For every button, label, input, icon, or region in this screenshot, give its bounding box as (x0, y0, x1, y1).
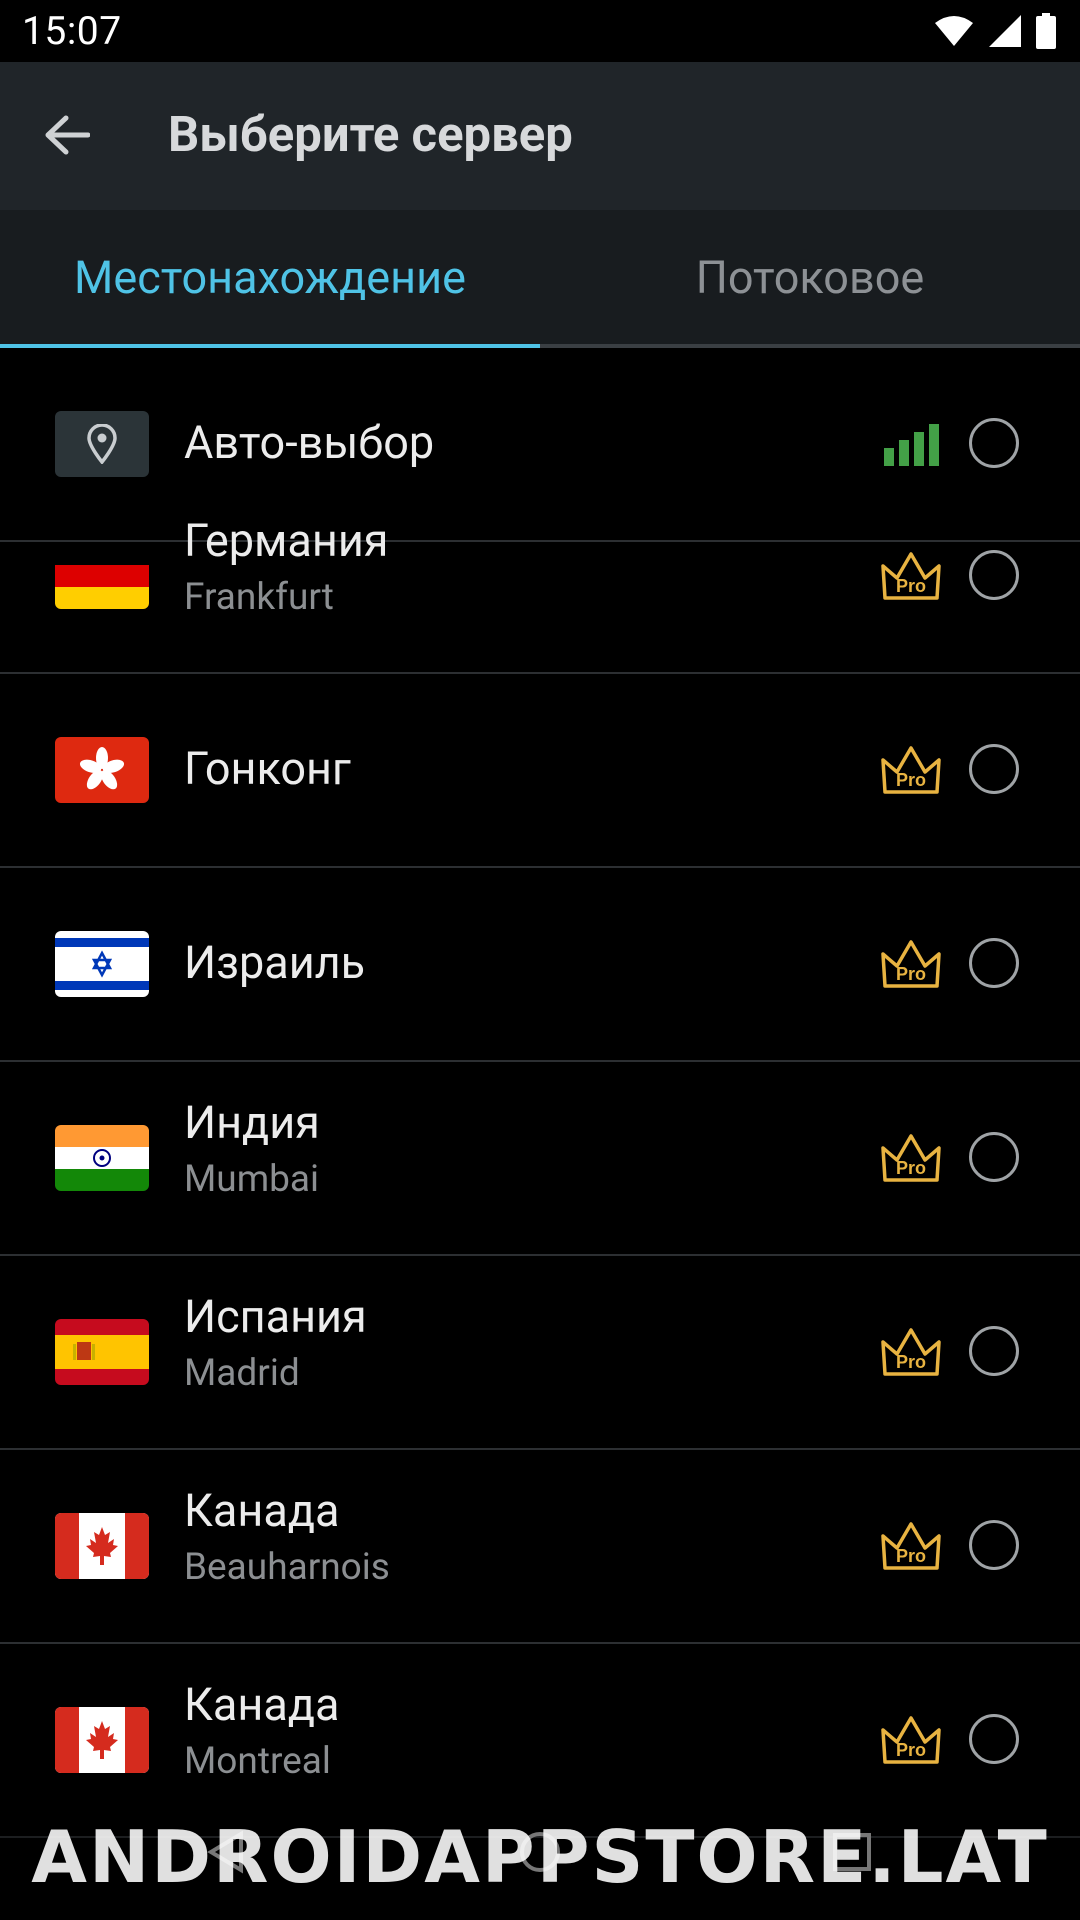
server-row[interactable]: Гонконг Pro (0, 674, 1080, 868)
server-city: Frankfurt (184, 576, 334, 619)
server-list[interactable]: Авто-выбор Германия Frankfurt Pro Гонкон… (0, 348, 1080, 1920)
signal-strength-icon (884, 424, 939, 466)
app-bar: Выберите сервер (0, 62, 1080, 210)
status-time: 15:07 (22, 8, 122, 54)
server-city: Beauharnois (184, 1546, 390, 1589)
battery-icon (1036, 13, 1056, 49)
server-country: Гонконг (184, 742, 351, 795)
radio-button[interactable] (969, 1520, 1019, 1570)
server-row[interactable]: Индия Mumbai Pro (0, 1062, 1080, 1256)
server-row[interactable]: Испания Madrid Pro (0, 1256, 1080, 1450)
svg-text:Pro: Pro (896, 576, 926, 596)
flag-canada-icon (55, 1707, 149, 1773)
radio-button[interactable] (969, 744, 1019, 794)
pro-crown-icon: Pro (881, 1522, 941, 1570)
server-country: Израиль (184, 936, 366, 989)
status-bar: 15:07 (0, 0, 1080, 62)
flag-israel-icon (55, 931, 149, 997)
svg-text:Pro: Pro (896, 964, 926, 984)
radio-button[interactable] (969, 418, 1019, 468)
server-country: Испания (184, 1290, 367, 1343)
svg-text:Pro: Pro (896, 1546, 926, 1566)
location-icon (55, 411, 149, 477)
status-icons (934, 12, 1056, 50)
tab-location[interactable]: Местонахождение (0, 210, 540, 344)
flag-hong-kong-icon (55, 737, 149, 803)
server-country: Канада (184, 1678, 340, 1731)
server-city: Mumbai (184, 1158, 320, 1201)
back-button[interactable] (34, 102, 100, 168)
pro-crown-icon: Pro (881, 1716, 941, 1764)
pro-crown-icon: Pro (881, 1134, 941, 1182)
svg-text:Pro: Pro (896, 1352, 926, 1372)
pro-crown-icon: Pro (881, 746, 941, 794)
server-city: Montreal (184, 1740, 331, 1783)
radio-button[interactable] (969, 1326, 1019, 1376)
cellular-signal-icon (989, 15, 1021, 47)
flag-canada-icon (55, 1513, 149, 1579)
flag-germany-icon (55, 543, 149, 609)
tab-streaming[interactable]: Потоковое (540, 210, 1080, 344)
server-city: Madrid (184, 1352, 300, 1395)
radio-button[interactable] (969, 1714, 1019, 1764)
svg-text:Pro: Pro (896, 1740, 926, 1760)
pro-crown-icon: Pro (881, 940, 941, 988)
auto-select-label: Авто-выбор (184, 416, 435, 469)
svg-text:Pro: Pro (896, 1158, 926, 1178)
flag-spain-icon (55, 1319, 149, 1385)
arrow-back-icon (45, 115, 90, 155)
server-row[interactable]: Израиль Pro (0, 868, 1080, 1062)
pro-crown-icon: Pro (881, 552, 941, 600)
server-country: Канада (184, 1484, 340, 1537)
svg-text:Pro: Pro (896, 770, 926, 790)
radio-button[interactable] (969, 1132, 1019, 1182)
tab-bar: Местонахождение Потоковое (0, 210, 1080, 349)
server-row[interactable]: Германия Frankfurt Pro (0, 514, 1080, 674)
radio-button[interactable] (969, 550, 1019, 600)
page-title: Выберите сервер (168, 106, 573, 163)
radio-button[interactable] (969, 938, 1019, 988)
pro-crown-icon: Pro (881, 1328, 941, 1376)
wifi-icon (935, 16, 973, 46)
server-row[interactable]: Канада Beauharnois Pro (0, 1450, 1080, 1644)
flag-india-icon (55, 1125, 149, 1191)
server-country: Индия (184, 1096, 320, 1149)
server-country: Германия (184, 514, 389, 567)
watermark: ANDROIDAPPSTORE.LAT (31, 1815, 1049, 1899)
